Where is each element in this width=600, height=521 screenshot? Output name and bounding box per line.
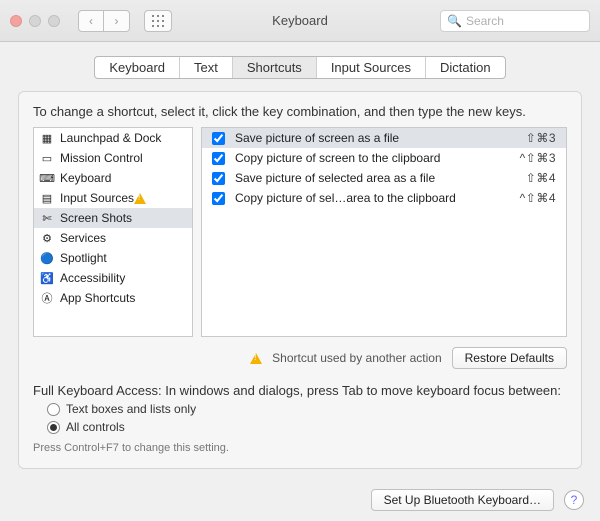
close-dot[interactable] [10,15,22,27]
show-all-button[interactable] [144,10,172,32]
accessibility-icon: ♿ [40,271,54,285]
sidebar-item-launchpad[interactable]: ▦ Launchpad & Dock [34,128,192,148]
sidebar-item-label: Keyboard [60,171,111,185]
shortcut-checkbox[interactable] [212,132,225,145]
shortcut-description: Save picture of selected area as a file [235,171,526,185]
shortcut-keys[interactable]: ^⇧⌘3 [520,151,556,165]
mission-control-icon: ▭ [40,151,54,165]
shortcuts-pane: To change a shortcut, select it, click t… [18,91,582,469]
zoom-dot[interactable] [48,15,60,27]
shortcut-keys[interactable]: ^⇧⌘4 [520,191,556,205]
sidebar-item-accessibility[interactable]: ♿ Accessibility [34,268,192,288]
services-icon: ⚙ [40,231,54,245]
back-button[interactable]: ‹ [78,10,104,32]
launchpad-icon: ▦ [40,131,54,145]
shortcut-description: Copy picture of sel…area to the clipboar… [235,191,520,205]
instruction-text: To change a shortcut, select it, click t… [33,104,567,119]
fka-hint: Press Control+F7 to change this setting. [33,442,567,454]
radio-icon [47,421,60,434]
sidebar-item-label: Screen Shots [60,211,132,225]
legend-row: Shortcut used by another action Restore … [33,347,567,369]
legend-warning-text: Shortcut used by another action [272,351,441,365]
shortcut-row[interactable]: Save picture of selected area as a file⇧… [202,168,566,188]
fka-option1-label: Text boxes and lists only [66,402,196,416]
shortcut-keys[interactable]: ⇧⌘4 [526,171,556,185]
shortcut-row[interactable]: Copy picture of screen to the clipboard^… [202,148,566,168]
keyboard-icon: ⌨ [40,171,54,185]
tabs-row: KeyboardTextShortcutsInput SourcesDictat… [0,56,600,79]
fka-option-textboxes[interactable]: Text boxes and lists only [47,402,567,416]
shortcut-description: Save picture of screen as a file [235,131,526,145]
search-icon: 🔍 [447,14,462,28]
sidebar-item-label: Launchpad & Dock [60,131,161,145]
sidebar-item-services[interactable]: ⚙ Services [34,228,192,248]
help-button[interactable]: ? [564,490,584,510]
search-placeholder: Search [466,14,504,28]
input-sources-icon: ▤ [40,191,54,205]
sidebar-item-input-sources[interactable]: ▤ Input Sources [34,188,192,208]
shortcut-keys[interactable]: ⇧⌘3 [526,131,556,145]
fka-option2-label: All controls [66,420,125,434]
traffic-lights [10,15,60,27]
sidebar-item-spotlight[interactable]: 🔵 Spotlight [34,248,192,268]
sidebar-item-mission-control[interactable]: ▭ Mission Control [34,148,192,168]
tab-text[interactable]: Text [180,57,233,78]
app-shortcuts-icon: Ⓐ [40,291,54,305]
minimize-dot[interactable] [29,15,41,27]
warning-icon [134,193,146,204]
full-keyboard-access-label: Full Keyboard Access: In windows and dia… [33,383,567,398]
tabs: KeyboardTextShortcutsInput SourcesDictat… [94,56,505,79]
screenshots-icon: ✄ [40,211,54,225]
sidebar-item-label: Mission Control [60,151,143,165]
sidebar-item-label: App Shortcuts [60,291,135,305]
tab-shortcuts[interactable]: Shortcuts [233,57,317,78]
sidebar-item-label: Input Sources [60,191,134,205]
shortcut-row[interactable]: Save picture of screen as a file⇧⌘3 [202,128,566,148]
spotlight-icon: 🔵 [40,251,54,265]
tab-input-sources[interactable]: Input Sources [317,57,426,78]
nav-buttons: ‹ › [78,10,130,32]
sidebar-item-label: Spotlight [60,251,107,265]
category-list[interactable]: ▦ Launchpad & Dock ▭ Mission Control ⌨ Keyboa… [33,127,193,337]
restore-defaults-button[interactable]: Restore Defaults [452,347,567,369]
shortcut-checkbox[interactable] [212,152,225,165]
shortcut-list[interactable]: Save picture of screen as a file⇧⌘3Copy … [201,127,567,337]
shortcut-checkbox[interactable] [212,172,225,185]
shortcut-row[interactable]: Copy picture of sel…area to the clipboar… [202,188,566,208]
sidebar-item-screenshots[interactable]: ✄ Screen Shots [34,208,192,228]
tab-keyboard[interactable]: Keyboard [95,57,180,78]
warning-icon [250,353,262,364]
columns: ▦ Launchpad & Dock ▭ Mission Control ⌨ Keyboa… [33,127,567,337]
footer: Set Up Bluetooth Keyboard… ? [0,479,600,521]
sidebar-item-label: Services [60,231,106,245]
grid-icon [152,15,164,27]
forward-button[interactable]: › [104,10,130,32]
shortcut-description: Copy picture of screen to the clipboard [235,151,520,165]
sidebar-item-keyboard[interactable]: ⌨ Keyboard [34,168,192,188]
bluetooth-keyboard-button[interactable]: Set Up Bluetooth Keyboard… [371,489,554,511]
window-titlebar: ‹ › Keyboard 🔍 Search [0,0,600,42]
search-input[interactable]: 🔍 Search [440,10,590,32]
sidebar-item-app-shortcuts[interactable]: Ⓐ App Shortcuts [34,288,192,308]
fka-option-all[interactable]: All controls [47,420,567,434]
shortcut-checkbox[interactable] [212,192,225,205]
radio-icon [47,403,60,416]
tab-dictation[interactable]: Dictation [426,57,505,78]
sidebar-item-label: Accessibility [60,271,125,285]
